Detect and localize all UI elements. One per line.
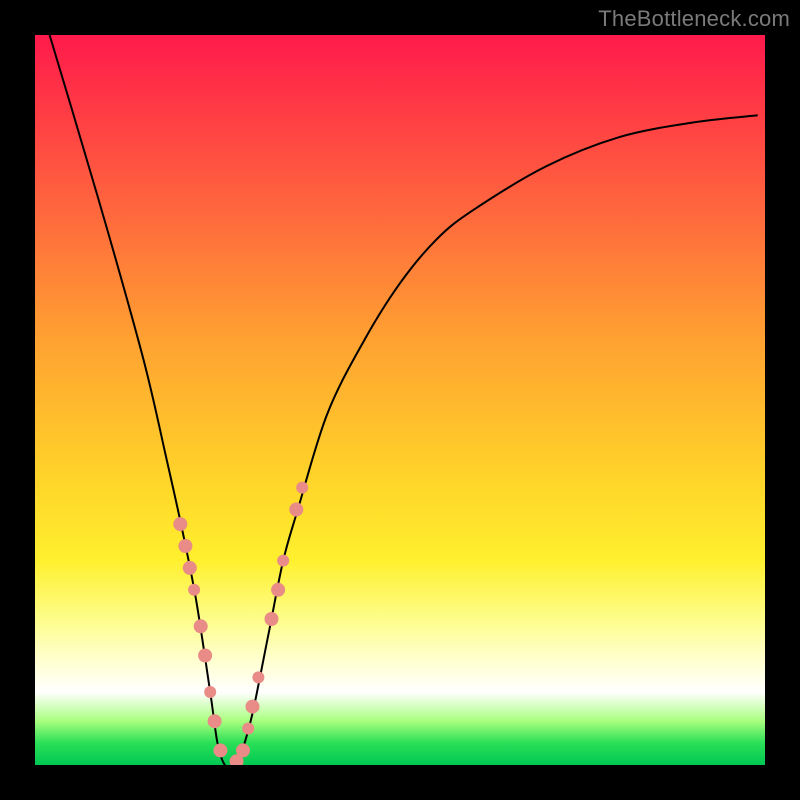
curve-marker [213, 743, 227, 757]
curve-marker [188, 584, 200, 596]
curve-marker [204, 686, 216, 698]
curve-marker [265, 612, 279, 626]
curve-marker [277, 555, 289, 567]
bottleneck-curve [50, 35, 758, 765]
curve-marker [183, 561, 197, 575]
curve-marker [208, 714, 222, 728]
plot-area [35, 35, 765, 765]
curve-marker [271, 583, 285, 597]
chart-frame: TheBottleneck.com [0, 0, 800, 800]
curve-markers [173, 482, 308, 765]
curve-marker [252, 671, 264, 683]
curve-marker [173, 517, 187, 531]
curve-marker [246, 700, 260, 714]
curve-marker [296, 482, 308, 494]
curve-marker [242, 723, 254, 735]
curve-marker [178, 539, 192, 553]
curve-marker [194, 619, 208, 633]
curve-marker [236, 743, 250, 757]
curve-marker [198, 649, 212, 663]
chart-svg [35, 35, 765, 765]
curve-marker [289, 503, 303, 517]
watermark-text: TheBottleneck.com [598, 6, 790, 32]
